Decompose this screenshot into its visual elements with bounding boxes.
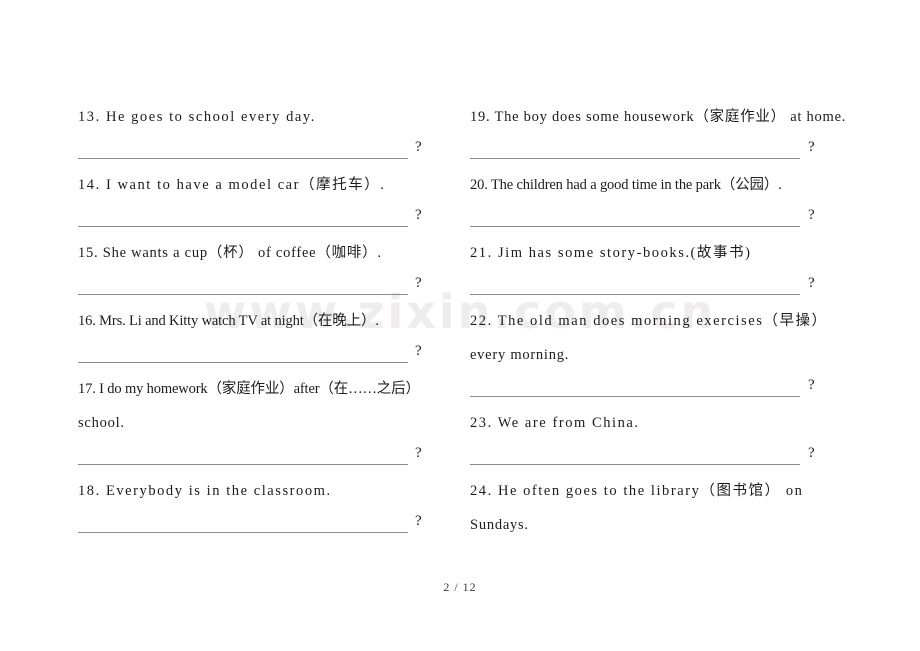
question-text-24-line-2: Sundays. [470, 517, 529, 533]
answer-rule [78, 362, 408, 363]
answer-blank-19[interactable]: ? [470, 134, 870, 168]
question-item-14: 14. I want to have a model car（摩托车）. ? [78, 168, 468, 236]
answer-rule [470, 158, 800, 159]
question-text-20: 20. The children had a good time in the … [470, 177, 782, 193]
question-text-18: 18. Everybody is in the classroom. [78, 483, 332, 499]
question-item-22: 22. The old man does morning exercises（早… [470, 304, 870, 406]
question-mark: ? [808, 377, 815, 393]
question-mark: ? [415, 207, 422, 223]
answer-blank-18[interactable]: ? [78, 508, 468, 542]
page-number-footer: 2 / 12 [443, 580, 477, 594]
question-text-24-line-1: 24. He often goes to the library（图书馆） on [470, 483, 804, 499]
answer-blank-16[interactable]: ? [78, 338, 468, 372]
question-text-17-line-2: school. [78, 415, 125, 431]
answer-rule [78, 464, 408, 465]
question-mark: ? [415, 343, 422, 359]
answer-blank-22[interactable]: ? [470, 372, 870, 406]
question-column-left: 13. He goes to school every day. ? 14. I… [78, 100, 468, 542]
question-column-right: 19. The boy does some housework（家庭作业） at… [470, 100, 870, 542]
question-item-20: 20. The children had a good time in the … [470, 168, 870, 236]
answer-rule [78, 532, 408, 533]
answer-rule [78, 158, 408, 159]
answer-rule [470, 294, 800, 295]
question-item-19: 19. The boy does some housework（家庭作业） at… [470, 100, 870, 168]
question-mark: ? [808, 275, 815, 291]
question-item-24: 24. He often goes to the library（图书馆） on… [470, 474, 870, 542]
question-text-23: 23. We are from China. [470, 415, 640, 431]
question-text-22-line-1: 22. The old man does morning exercises（早… [470, 313, 828, 329]
document-page: 13. He goes to school every day. ? 14. I… [0, 0, 920, 651]
answer-rule [470, 464, 800, 465]
question-mark: ? [415, 139, 422, 155]
question-text-22-line-2: every morning. [470, 347, 570, 363]
question-mark: ? [808, 207, 815, 223]
question-text-16: 16. Mrs. Li and Kitty watch TV at night（… [78, 313, 379, 329]
answer-rule [470, 396, 800, 397]
answer-blank-15[interactable]: ? [78, 270, 468, 304]
question-text-15: 15. She wants a cup（杯） of coffee（咖啡）. [78, 245, 382, 261]
question-item-18: 18. Everybody is in the classroom. ? [78, 474, 468, 542]
question-mark: ? [415, 445, 422, 461]
question-mark: ? [415, 275, 422, 291]
question-text-21: 21. Jim has some story-books.(故事书) [470, 245, 752, 261]
question-item-23: 23. We are from China. ? [470, 406, 870, 474]
question-text-13: 13. He goes to school every day. [78, 109, 316, 125]
answer-rule [78, 226, 408, 227]
answer-rule [78, 294, 408, 295]
question-text-17-line-1: 17. I do my homework（家庭作业）after（在……之后） [78, 381, 420, 397]
question-item-21: 21. Jim has some story-books.(故事书) ? [470, 236, 870, 304]
answer-blank-17[interactable]: ? [78, 440, 468, 474]
question-item-17: 17. I do my homework（家庭作业）after（在……之后） s… [78, 372, 468, 474]
answer-rule [470, 226, 800, 227]
question-text-14: 14. I want to have a model car（摩托车）. [78, 177, 386, 193]
question-item-16: 16. Mrs. Li and Kitty watch TV at night（… [78, 304, 468, 372]
answer-blank-13[interactable]: ? [78, 134, 468, 168]
question-item-13: 13. He goes to school every day. ? [78, 100, 468, 168]
question-item-15: 15. She wants a cup（杯） of coffee（咖啡）. ? [78, 236, 468, 304]
question-mark: ? [415, 513, 422, 529]
answer-blank-23[interactable]: ? [470, 440, 870, 474]
question-mark: ? [808, 139, 815, 155]
answer-blank-14[interactable]: ? [78, 202, 468, 236]
question-mark: ? [808, 445, 815, 461]
answer-blank-21[interactable]: ? [470, 270, 870, 304]
answer-blank-20[interactable]: ? [470, 202, 870, 236]
question-text-19: 19. The boy does some housework（家庭作业） at… [470, 109, 847, 125]
